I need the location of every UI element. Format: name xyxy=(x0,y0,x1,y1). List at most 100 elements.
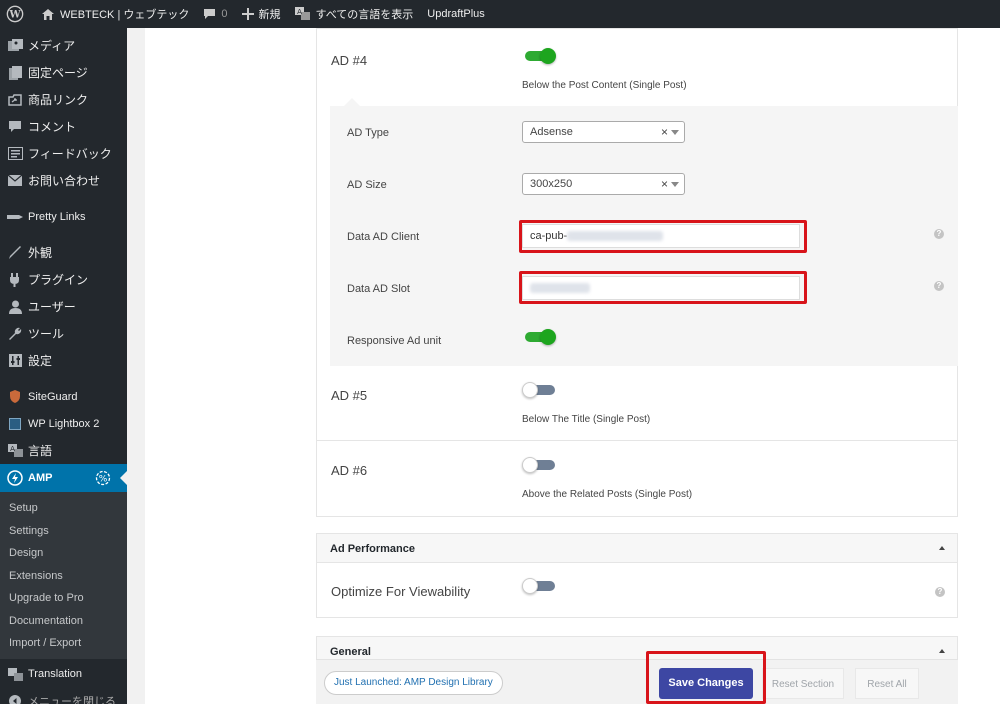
ad-4-row: AD #4 Below the Post Content (Single Pos… xyxy=(316,28,958,106)
ad-performance-header[interactable]: Ad Performance xyxy=(316,533,958,563)
new-label: 新規 xyxy=(258,9,281,21)
user-icon xyxy=(7,299,23,315)
sidebar-item-contact[interactable]: お問い合わせ xyxy=(0,167,127,194)
media-icon xyxy=(7,38,23,54)
chevron-up-icon xyxy=(939,546,945,550)
site-name-link[interactable]: WEBTECK | ウェブテック xyxy=(34,0,196,28)
optimize-viewability-label: Optimize For Viewability xyxy=(331,584,471,599)
pretty-links-icon xyxy=(7,209,23,225)
reset-all-button[interactable]: Reset All xyxy=(855,668,919,699)
sidebar-item-label: コメント xyxy=(28,120,77,134)
sidebar-item-label: 設定 xyxy=(28,354,53,368)
ad-type-value: Adsense xyxy=(530,126,573,138)
help-icon[interactable]: ? xyxy=(934,229,944,239)
ad-4-label: AD #4 xyxy=(331,53,368,68)
sidebar-item-appearance[interactable]: 外観 xyxy=(0,239,127,266)
amp-design-library-button[interactable]: Just Launched: AMP Design Library xyxy=(324,671,503,695)
comments-link[interactable]: 0 xyxy=(196,0,234,28)
sidebar-item-label: プラグイン xyxy=(28,273,89,287)
submenu-item-documentation[interactable]: Documentation xyxy=(0,610,127,633)
new-content-link[interactable]: 新規 xyxy=(235,0,288,28)
collapse-icon xyxy=(7,693,23,704)
submenu-item-import-export[interactable]: Import / Export xyxy=(0,632,127,655)
sidebar-item-siteguard[interactable]: SiteGuard xyxy=(0,383,127,410)
sidebar-item-label: 外観 xyxy=(28,246,53,260)
ad-5-label: AD #5 xyxy=(331,388,368,403)
chevron-up-icon xyxy=(939,649,945,653)
sidebar-item-label: Pretty Links xyxy=(28,210,86,223)
submenu-item-upgrade[interactable]: Upgrade to Pro xyxy=(0,587,127,610)
page-icon xyxy=(7,65,23,81)
ad-6-label: AD #6 xyxy=(331,463,368,478)
sidebar-item-feedback[interactable]: フィードバック xyxy=(0,140,127,167)
sidebar-item-label: ユーザー xyxy=(28,300,76,314)
ad-size-select[interactable]: 300x250 × xyxy=(522,173,685,195)
amp-submenu: Setup Settings Design Extensions Upgrade… xyxy=(0,492,127,659)
ad-type-select[interactable]: Adsense × xyxy=(522,121,685,143)
ad-performance-title: Ad Performance xyxy=(330,543,415,555)
translation-icon xyxy=(7,666,23,682)
sidebar-item-label: Translation xyxy=(28,668,83,680)
ad-6-row: AD #6 Above the Related Posts (Single Po… xyxy=(316,441,958,517)
general-title: General xyxy=(330,646,371,658)
optimize-viewability-toggle[interactable] xyxy=(522,578,556,594)
sidebar-item-amp[interactable]: AMP% xyxy=(0,464,127,492)
sidebar-item-label: メニューを閉じる xyxy=(28,696,116,704)
sidebar-item-plugins[interactable]: プラグイン xyxy=(0,266,127,293)
sidebar-item-pretty-links[interactable]: Pretty Links xyxy=(0,203,127,230)
submenu-item-settings[interactable]: Settings xyxy=(0,520,127,543)
wordpress-logo-icon[interactable]: W xyxy=(0,0,34,28)
submenu-item-extensions[interactable]: Extensions xyxy=(0,565,127,588)
sidebar-item-users[interactable]: ユーザー xyxy=(0,293,127,320)
data-ad-client-label: Data AD Client xyxy=(347,231,420,243)
highlight-box-save xyxy=(646,651,766,704)
sidebar-item-label: WP Lightbox 2 xyxy=(28,417,100,430)
sidebar-item-translation[interactable]: Translation xyxy=(0,661,127,688)
highlight-box-client xyxy=(519,220,807,253)
data-ad-slot-label: Data AD Slot xyxy=(347,283,410,295)
updraftplus-link[interactable]: UpdraftPlus xyxy=(420,0,491,28)
ad-size-clear-icon[interactable]: × xyxy=(661,177,668,191)
highlight-box-slot xyxy=(519,271,807,304)
sidebar-item-label: SiteGuard xyxy=(28,390,78,403)
language-icon: A xyxy=(7,443,23,459)
optimize-viewability-row: Optimize For Viewability ? xyxy=(316,563,958,618)
sidebar-item-media[interactable]: メディア xyxy=(0,32,127,59)
svg-text:W: W xyxy=(8,10,21,21)
sidebar-item-label: AMP xyxy=(28,472,53,484)
link-icon xyxy=(7,92,23,108)
help-icon[interactable]: ? xyxy=(934,281,944,291)
ad-5-row: AD #5 Below The Title (Single Post) xyxy=(316,366,958,441)
ad-6-toggle[interactable] xyxy=(522,457,556,473)
svg-text:%: % xyxy=(99,475,108,485)
ad-type-label: AD Type xyxy=(347,127,389,139)
comment-icon xyxy=(7,119,23,135)
home-icon xyxy=(42,8,54,20)
reset-section-button[interactable]: Reset Section xyxy=(762,668,844,699)
ad-4-toggle[interactable] xyxy=(522,48,556,64)
sidebar-item-product-links[interactable]: 商品リンク xyxy=(0,86,127,113)
sidebar-item-pages[interactable]: 固定ページ xyxy=(0,59,127,86)
responsive-ad-unit-label: Responsive Ad unit xyxy=(347,335,442,347)
sidebar-item-collapse-menu[interactable]: メニューを閉じる xyxy=(0,688,127,704)
site-name-label: WEBTECK | ウェブテック xyxy=(60,9,190,21)
comments-count: 0 xyxy=(221,8,228,20)
ad-5-description: Below The Title (Single Post) xyxy=(522,414,651,425)
responsive-ad-unit-toggle[interactable] xyxy=(522,329,556,345)
appearance-icon xyxy=(7,245,23,261)
submenu-item-setup[interactable]: Setup xyxy=(0,497,127,520)
sidebar-item-comments[interactable]: コメント xyxy=(0,113,127,140)
comment-bubble-icon xyxy=(204,9,216,19)
plus-icon xyxy=(241,8,254,20)
show-all-languages-link[interactable]: A すべての言語を表示 xyxy=(288,0,421,28)
sidebar-item-tools[interactable]: ツール xyxy=(0,320,127,347)
sidebar-item-wp-lightbox[interactable]: WP Lightbox 2 xyxy=(0,410,127,437)
ad-5-toggle[interactable] xyxy=(522,382,556,398)
sidebar-item-languages[interactable]: A 言語 xyxy=(0,437,127,464)
lightbox-icon xyxy=(7,416,23,432)
updraftplus-label: UpdraftPlus xyxy=(427,8,485,20)
ad-type-clear-icon[interactable]: × xyxy=(661,125,668,139)
help-icon[interactable]: ? xyxy=(935,587,945,597)
sidebar-item-settings[interactable]: 設定 xyxy=(0,347,127,374)
submenu-item-design[interactable]: Design xyxy=(0,542,127,565)
